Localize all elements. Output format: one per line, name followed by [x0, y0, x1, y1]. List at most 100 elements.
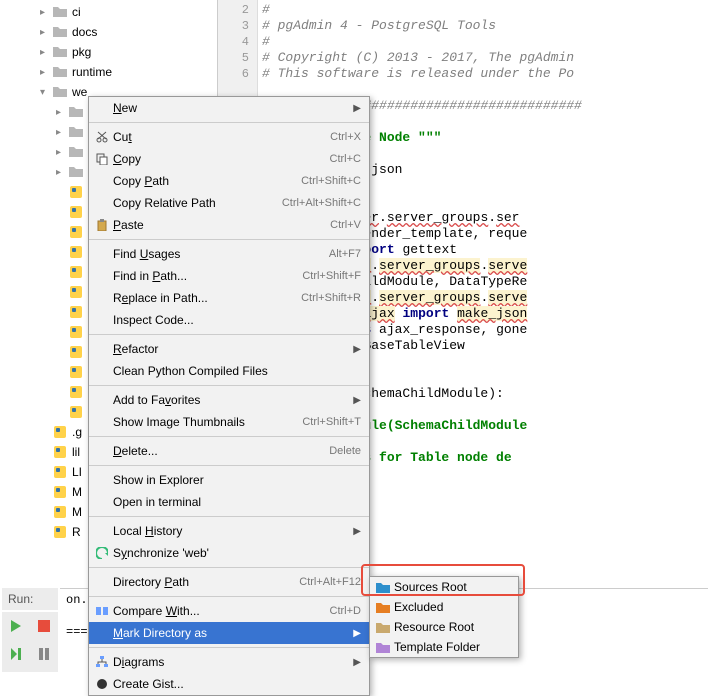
python-file-icon: [68, 324, 84, 340]
menu-item-label: Show in Explorer: [113, 473, 361, 487]
menu-add-to-favorites[interactable]: Add to Favorites▶: [89, 389, 369, 411]
folder-icon: [52, 84, 68, 100]
menu-clean-python-compiled-files[interactable]: Clean Python Compiled Files: [89, 360, 369, 382]
menu-refactor[interactable]: Refactor▶: [89, 338, 369, 360]
python-file-icon: [52, 504, 68, 520]
menu-item-label: Paste: [113, 218, 322, 232]
menu-item-label: Add to Favorites: [113, 393, 349, 407]
shortcut-label: Ctrl+Alt+Shift+C: [282, 197, 361, 209]
menu-local-history[interactable]: Local History ▶: [89, 520, 369, 542]
menu-delete-[interactable]: Delete...Delete: [89, 440, 369, 462]
python-file-icon: [68, 244, 84, 260]
menu-item-label: Copy Path: [113, 174, 293, 188]
submenu-item-label: Excluded: [394, 600, 443, 614]
folder-color-icon: [374, 620, 392, 634]
run-step-icon[interactable]: [4, 642, 28, 666]
menu-find-usages[interactable]: Find Usages Alt+F7: [89, 243, 369, 265]
menu-item-label: New: [113, 101, 349, 115]
submenu-arrow-icon: ▶: [353, 657, 361, 668]
python-file-icon: [52, 524, 68, 540]
menu-item-label: Local History: [113, 524, 349, 538]
run-panel-label: Run:: [2, 588, 58, 610]
python-file-icon: [68, 364, 84, 380]
folder-icon: [68, 124, 84, 140]
shortcut-label: Ctrl+C: [330, 153, 361, 165]
menu-item-label: Synchronize 'web': [113, 546, 361, 560]
submenu-excluded[interactable]: Excluded: [370, 597, 518, 617]
submenu-item-label: Resource Root: [394, 620, 474, 634]
menu-directory-path[interactable]: Directory PathCtrl+Alt+F12: [89, 571, 369, 593]
tree-node[interactable]: ▸ci: [0, 2, 217, 22]
shortcut-label: Ctrl+Shift+R: [301, 292, 361, 304]
menu-item-label: Replace in Path...: [113, 291, 293, 305]
cut-icon: [93, 129, 111, 145]
submenu-arrow-icon: ▶: [353, 103, 361, 114]
python-file-icon: [68, 304, 84, 320]
python-file-icon: [52, 484, 68, 500]
compare-icon: [93, 603, 111, 619]
folder-color-icon: [374, 580, 392, 594]
menu-item-label: Create Gist...: [113, 677, 361, 691]
menu-inspect-code-[interactable]: Inspect Code...: [89, 309, 369, 331]
mark-directory-submenu[interactable]: Sources Root Excluded Resource Root Templat…: [369, 576, 519, 658]
menu-copy-path[interactable]: Copy PathCtrl+Shift+C: [89, 170, 369, 192]
menu-show-image-thumbnails[interactable]: Show Image ThumbnailsCtrl+Shift+T: [89, 411, 369, 433]
python-file-icon: [68, 264, 84, 280]
menu-mark-directory-as[interactable]: Mark Directory as ▶: [89, 622, 369, 644]
sync-icon: [93, 545, 111, 561]
run-stop-icon[interactable]: [32, 614, 56, 638]
menu-item-label: Inspect Code...: [113, 313, 361, 327]
menu-paste[interactable]: Paste Ctrl+V: [89, 214, 369, 236]
tree-node[interactable]: ▸pkg: [0, 42, 217, 62]
menu-copy[interactable]: Copy Ctrl+C: [89, 148, 369, 170]
shortcut-label: Ctrl+D: [330, 605, 361, 617]
menu-item-label: Copy Relative Path: [113, 196, 274, 210]
run-play-icon[interactable]: [4, 614, 28, 638]
folder-color-icon: [374, 600, 392, 614]
menu-item-label: Refactor: [113, 342, 349, 356]
copy-icon: [93, 151, 111, 167]
context-menu[interactable]: New▶CutCtrl+XCopyCtrl+CCopy PathCtrl+Shi…: [88, 96, 370, 696]
menu-find-in-path-[interactable]: Find in Path...Ctrl+Shift+F: [89, 265, 369, 287]
submenu-item-label: Sources Root: [394, 580, 467, 594]
menu-diagrams[interactable]: Diagrams ▶: [89, 651, 369, 673]
folder-icon: [68, 104, 84, 120]
menu-item-label: Mark Directory as: [113, 626, 349, 640]
menu-compare-with-[interactable]: Compare With...Ctrl+D: [89, 600, 369, 622]
menu-synchronize-web-[interactable]: Synchronize 'web': [89, 542, 369, 564]
tree-node[interactable]: ▸runtime: [0, 62, 217, 82]
submenu-sources-root[interactable]: Sources Root: [370, 577, 518, 597]
menu-open-in-terminal[interactable]: Open in terminal: [89, 491, 369, 513]
run-pause-icon[interactable]: [32, 642, 56, 666]
tree-node[interactable]: ▸docs: [0, 22, 217, 42]
shortcut-label: Ctrl+V: [330, 219, 361, 231]
folder-color-icon: [374, 640, 392, 654]
menu-show-in-explorer[interactable]: Show in Explorer: [89, 469, 369, 491]
menu-item-label: Copy: [113, 152, 322, 166]
python-file-icon: [68, 184, 84, 200]
submenu-arrow-icon: ▶: [353, 526, 361, 537]
shortcut-label: Alt+F7: [329, 248, 361, 260]
shortcut-label: Ctrl+X: [330, 131, 361, 143]
menu-cut[interactable]: CutCtrl+X: [89, 126, 369, 148]
menu-item-label: Open in terminal: [113, 495, 361, 509]
python-file-icon: [68, 384, 84, 400]
menu-replace-in-path-[interactable]: Replace in Path... Ctrl+Shift+R: [89, 287, 369, 309]
menu-item-label: Find Usages: [113, 247, 321, 261]
folder-icon: [68, 164, 84, 180]
menu-copy-relative-path[interactable]: Copy Relative Path Ctrl+Alt+Shift+C: [89, 192, 369, 214]
python-file-icon: [68, 404, 84, 420]
submenu-template-folder[interactable]: Template Folder: [370, 637, 518, 657]
python-file-icon: [68, 344, 84, 360]
python-file-icon: [68, 284, 84, 300]
menu-new[interactable]: New ▶: [89, 97, 369, 119]
menu-create-gist-[interactable]: Create Gist...: [89, 673, 369, 695]
menu-item-label: Clean Python Compiled Files: [113, 364, 361, 378]
folder-icon: [52, 24, 68, 40]
menu-item-label: Diagrams: [113, 655, 349, 669]
submenu-item-label: Template Folder: [394, 640, 480, 654]
gist-icon: [93, 676, 111, 692]
submenu-resource-root[interactable]: Resource Root: [370, 617, 518, 637]
python-file-icon: [52, 464, 68, 480]
submenu-arrow-icon: ▶: [353, 628, 361, 639]
